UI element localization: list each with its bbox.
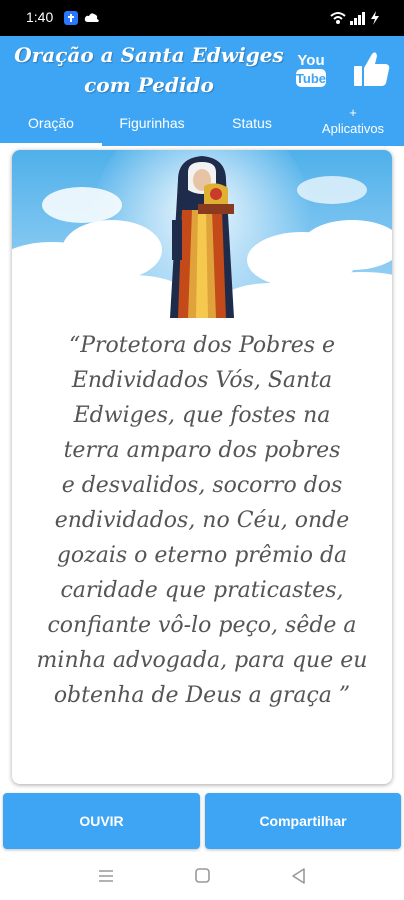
recents-button[interactable] (97, 868, 115, 888)
prayer-line: endividados, no Céu, onde (54, 508, 350, 533)
prayer-line: minha advogada, para que eu (36, 648, 368, 673)
menu-icon (99, 870, 113, 882)
prayer-line: obtenha de Deus a graça ” (53, 683, 351, 708)
youtube-button[interactable]: You Tube (294, 48, 328, 90)
tab-bar: Oração Figurinhas Status + Aplicativos (0, 104, 404, 146)
prayer-line: confiante vô-lo peço, sêde a (47, 613, 357, 638)
listen-button-label: OUVIR (79, 813, 124, 829)
app-title-line2: com Pedido (84, 73, 214, 97)
tab-label: Oração (28, 115, 74, 131)
app-title: Oração a Santa Edwiges com Pedido (14, 40, 284, 100)
back-button[interactable] (290, 867, 308, 889)
app-notification-icon (64, 10, 78, 29)
home-button[interactable] (194, 867, 212, 889)
youtube-icon: You Tube (296, 52, 326, 87)
prayer-line: terra amparo dos pobres (63, 438, 341, 463)
prayer-text: “Protetora dos Pobres e Endividados Vós,… (20, 328, 384, 713)
thumbs-up-icon (354, 52, 390, 86)
system-nav-bar (0, 852, 404, 900)
active-tab-indicator (0, 143, 102, 146)
saint-edwiges-image (12, 150, 392, 318)
like-button[interactable] (352, 48, 392, 90)
tab-label: Status (232, 115, 272, 131)
listen-button[interactable]: OUVIR (3, 793, 200, 849)
square-home-icon (195, 868, 210, 883)
prayer-line: Endividados Vós, Santa (71, 368, 333, 393)
prayer-line: e desvalidos, socorro dos (61, 473, 343, 498)
svg-text:Tube: Tube (296, 71, 326, 86)
battery-charging-icon (370, 10, 380, 29)
triangle-back-icon (292, 868, 305, 884)
tab-label-plus: + (349, 105, 357, 120)
cloud-icon (84, 10, 100, 29)
wifi-icon (330, 10, 346, 29)
share-button[interactable]: Compartilhar (205, 793, 401, 849)
tab-label: Figurinhas (119, 115, 185, 131)
prayer-line: caridade que praticastes, (60, 578, 344, 603)
svg-text:You: You (297, 52, 324, 69)
tab-label: Aplicativos (321, 121, 385, 136)
tab-aplicativos[interactable]: + Aplicativos (302, 104, 404, 147)
app-title-line1: Oração a Santa Edwiges (14, 43, 284, 67)
status-time: 1:40 (26, 9, 54, 25)
share-button-label: Compartilhar (259, 813, 347, 829)
prayer-line: “Protetora dos Pobres e (68, 333, 336, 358)
prayer-line: Edwiges, que fostes na (73, 403, 331, 428)
signal-icon (350, 10, 366, 29)
app-header: Oração a Santa Edwiges com Pedido You Tu… (0, 36, 404, 146)
prayer-line: gozais o eterno prêmio da (56, 543, 348, 568)
prayer-card: “Protetora dos Pobres e Endividados Vós,… (12, 150, 392, 784)
status-bar: 1:40 (0, 0, 404, 36)
